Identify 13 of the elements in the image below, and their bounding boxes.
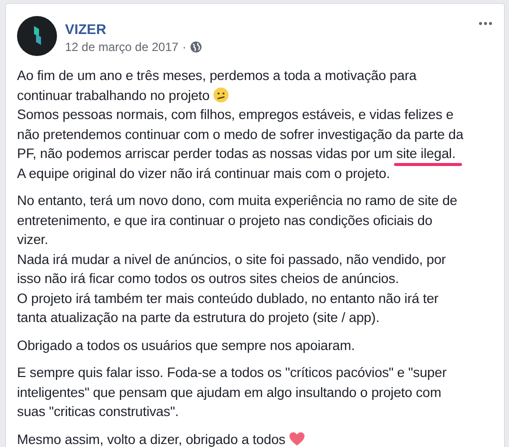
post-paragraph: E sempre quis falar isso. Foda-se a todos os "críticos pacóvios" e "super inteligentes" que pensam que ajudam em algo insultando o projeto com suas "criticas construtivas".	[17, 364, 448, 421]
page-name-link[interactable]: VIZER	[65, 21, 471, 37]
more-options-button[interactable]	[479, 22, 492, 25]
post-date[interactable]: 12 de março de 2017	[65, 40, 178, 54]
separator-dot: ·	[182, 40, 186, 54]
post-paragraph: Mesmo assim, volto a dizer, obrigado a todos	[17, 430, 492, 447]
heart-icon	[289, 430, 306, 446]
post-paragraph: No entanto, terá um novo dono, com muita experiência no ramo de site de entretenimento, e que ira continuar o projeto nas condições oficiais do vizer. Nada irá mudar a nivel de anúncios, o site foi passado, não vendido, por isso não irá ficar como todos os outros sites cheios de anúncios. O projeto irá também ter mais conteúdo dublado, no entanto não irá ter tanta atualização na parte da estrutura do projeto (site / app).	[17, 192, 458, 327]
vizer-logo-icon[interactable]	[17, 16, 57, 56]
post-paragraph: Obrigado a todos os usuários que sempre nos apoiaram.	[17, 336, 356, 355]
globe-icon	[190, 41, 202, 53]
post-paragraph: Ao fim de um ano e três meses, perdemos a toda a motivação para continuar trabalhando no projeto Somos pessoas normais, com filhos, empregos estáveis, e vidas felizes e não pretendemos continuar com o medo de sofrer investigação da parte da PF, não podemos arriscar perder todas as nossas vidas por um site ilegal. A equipe original do vizer não irá continuar mais com o projeto.	[17, 67, 464, 183]
confused-face-icon	[213, 86, 230, 102]
